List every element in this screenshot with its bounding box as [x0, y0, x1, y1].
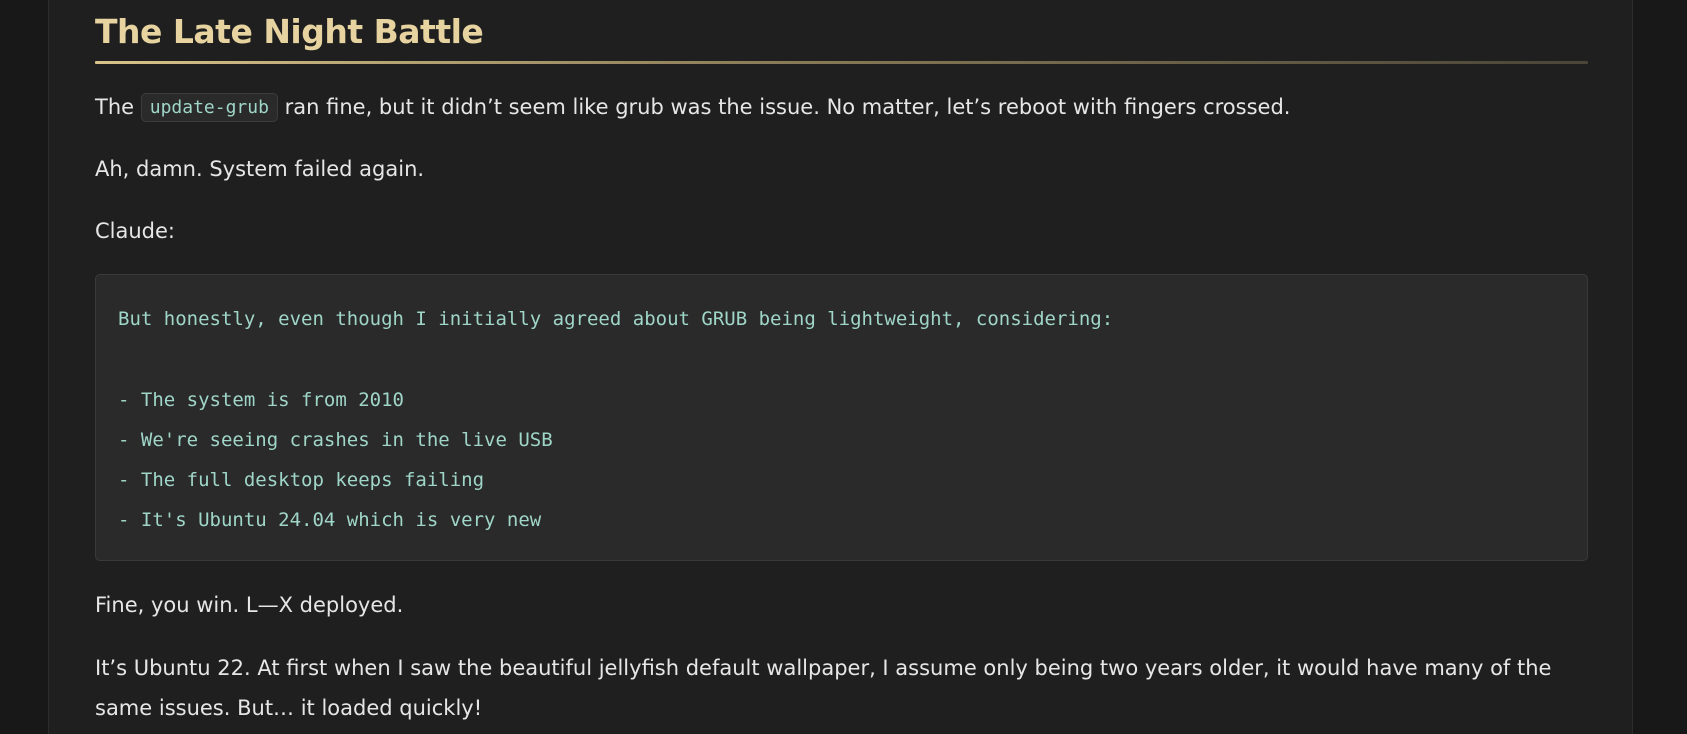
paragraph-system-failed: Ah, damn. System failed again.	[95, 157, 425, 181]
paragraph-you-win: Fine, you win. L—X deployed.	[95, 593, 404, 617]
article-container: The Late Night Battle The update-grub ra…	[48, 0, 1633, 734]
code-line-item: - The system is from 2010	[118, 389, 404, 411]
page: The Late Night Battle The update-grub ra…	[0, 0, 1687, 734]
code-line-item: - It's Ubuntu 24.04 which is very new	[118, 509, 542, 531]
paragraph-update-grub: The update-grub ran fine, but it didn’t …	[95, 87, 1290, 128]
paragraph-text-before: The	[95, 95, 141, 119]
section-title: The Late Night Battle	[95, 0, 1588, 64]
article-content: The Late Night Battle The update-grub ra…	[95, 0, 1588, 720]
paragraph-claude-label: Claude:	[95, 219, 176, 243]
section-title-text: The Late Night Battle	[95, 12, 484, 51]
code-line-item: - The full desktop keeps failing	[118, 469, 485, 491]
paragraph-ubuntu-22: It’s Ubuntu 22. At first when I saw the …	[95, 656, 1552, 720]
code-line-intro: But honestly, even though I initially ag…	[118, 308, 1114, 330]
code-block: But honestly, even though I initially ag…	[95, 274, 1588, 561]
paragraph-text-after: ran fine, but it didn’t seem like grub w…	[277, 95, 1291, 119]
inline-code-update-grub: update-grub	[140, 93, 278, 122]
code-line-item: - We're seeing crashes in the live USB	[118, 429, 553, 451]
title-underline	[95, 61, 1588, 64]
